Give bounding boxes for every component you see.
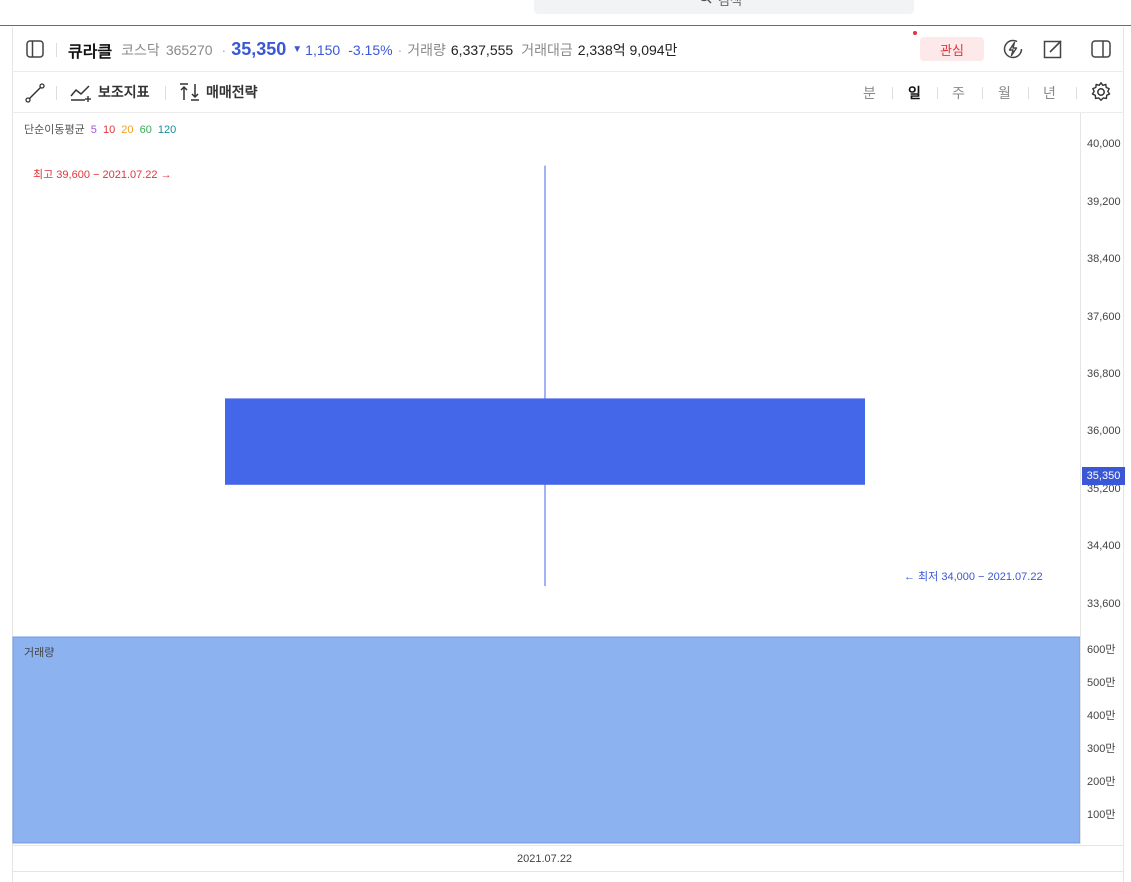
volume-tick: 600만	[1087, 644, 1116, 656]
volume-tick: 100만	[1087, 809, 1116, 821]
date-tick: 2021.07.22	[517, 853, 573, 865]
volume-tick: 500만	[1087, 677, 1116, 689]
low-price-annotation: ← 최저 34,000 − 2021.07.22	[904, 571, 1043, 583]
volume-tick: 200만	[1087, 776, 1116, 788]
ma-period-20: 20	[121, 124, 134, 136]
current-price-tag: 35,350	[1082, 467, 1125, 485]
ma-period-120: 120	[157, 124, 177, 136]
volume-tick: 300만	[1087, 743, 1116, 755]
ma-period-60: 60	[139, 124, 152, 136]
price-tick: 40,000	[1087, 138, 1121, 150]
price-tick: 34,400	[1087, 540, 1121, 552]
price-axis-line	[1080, 113, 1081, 844]
moving-average-legend: 단순이동평균 5 10 20 60 120	[24, 121, 179, 137]
price-tick: 33,600	[1087, 598, 1121, 610]
volume-bar	[12, 636, 1081, 844]
price-tick: 39,200	[1087, 196, 1121, 208]
price-tick: 38,400	[1087, 253, 1121, 265]
price-tick: 37,600	[1087, 311, 1121, 323]
date-axis: 2021.07.22	[12, 845, 1124, 872]
ma-period-5: 5	[90, 124, 97, 136]
price-tick: 36,800	[1087, 368, 1121, 380]
high-price-annotation: 최고 39,600 − 2021.07.22 →	[33, 169, 172, 181]
volume-tick: 400만	[1087, 710, 1116, 722]
ma-period-10: 10	[102, 124, 116, 136]
price-tick: 36,000	[1087, 425, 1121, 437]
volume-panel-label: 거래량	[24, 647, 55, 659]
candle-body	[225, 398, 865, 485]
ma-legend-label: 단순이동평균	[24, 124, 85, 136]
